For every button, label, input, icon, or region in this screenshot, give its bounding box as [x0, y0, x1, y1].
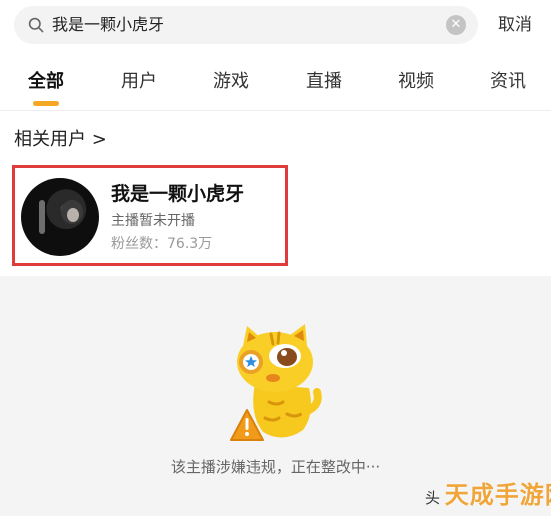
tiger-mascot-icon — [230, 324, 322, 441]
violation-message: 该主播涉嫌违规，正在整改中··· — [170, 458, 381, 476]
search-icon — [28, 17, 44, 33]
live-status: 主播暂未开播 — [111, 213, 195, 229]
tab-all[interactable]: 全部 — [28, 66, 64, 98]
tab-games[interactable]: 游戏 — [213, 66, 249, 98]
fan-count: 粉丝数：76.3万 — [111, 236, 213, 252]
user-result-card[interactable]: 我是一颗小虎牙 主播暂未开播 粉丝数：76.3万 — [12, 165, 288, 266]
clear-icon[interactable]: ✕ — [446, 15, 466, 35]
avatar-face-shape — [67, 208, 79, 222]
tab-live[interactable]: 直播 — [306, 66, 342, 98]
search-bar[interactable]: 我是一颗小虎牙 ✕ — [14, 6, 478, 44]
related-users-header[interactable]: 相关用户 > — [14, 127, 107, 153]
tab-news[interactable]: 资讯 — [490, 66, 526, 98]
empty-state: 该主播涉嫌违规，正在整改中··· — [0, 276, 551, 516]
tab-videos[interactable]: 视频 — [398, 66, 434, 98]
watermark-prefix: 头 — [425, 489, 441, 507]
cancel-button[interactable]: 取消 — [498, 14, 532, 36]
active-tab-indicator — [33, 101, 59, 106]
microphone-shape — [39, 200, 45, 234]
watermark-brand: 天成手游网 — [444, 481, 551, 509]
watermark: 头 天成手游网 — [425, 482, 551, 511]
search-input[interactable]: 我是一颗小虎牙 — [52, 14, 164, 36]
avatar[interactable] — [21, 178, 99, 256]
tab-users[interactable]: 用户 — [121, 66, 157, 98]
tabs-divider — [0, 110, 551, 111]
user-name: 我是一颗小虎牙 — [111, 183, 245, 205]
category-tabs: 全部 用户 游戏 直播 视频 资讯 — [0, 66, 551, 106]
